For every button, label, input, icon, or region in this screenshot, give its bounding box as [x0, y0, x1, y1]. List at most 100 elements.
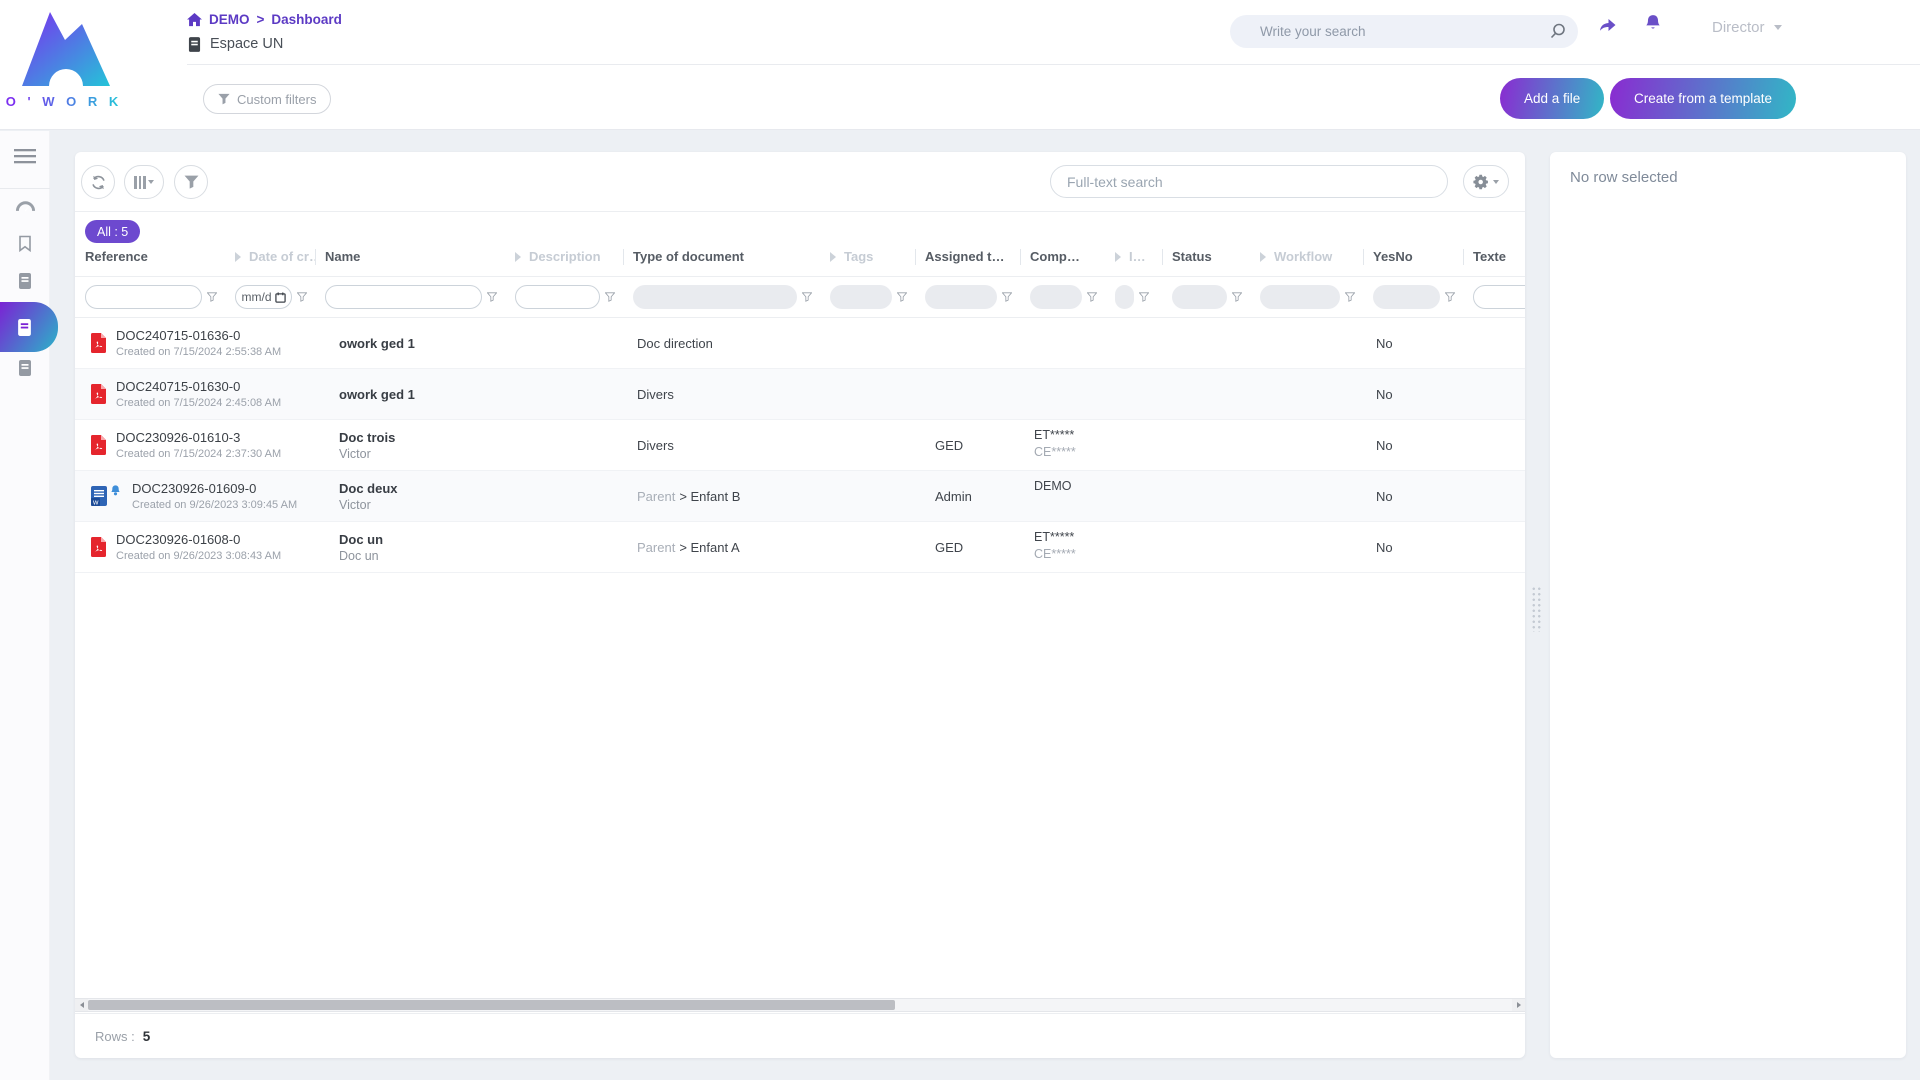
- sidebar-item-dashboard[interactable]: [0, 200, 50, 214]
- description-cell: [505, 318, 623, 368]
- column-header-type[interactable]: Type of document: [623, 237, 820, 276]
- filter-reference-input[interactable]: [85, 285, 202, 309]
- breadcrumb[interactable]: DEMO > Dashboard: [187, 12, 342, 27]
- filter-company-disabled: [1030, 285, 1082, 309]
- filter-description-input[interactable]: [515, 285, 600, 309]
- filter-button[interactable]: [174, 165, 208, 199]
- scroll-left-arrow[interactable]: [75, 999, 88, 1011]
- sidebar: [0, 131, 50, 1080]
- column-header-name[interactable]: Name: [315, 237, 505, 276]
- columns-button[interactable]: [124, 165, 164, 199]
- workflow-cell: [1250, 369, 1363, 419]
- menu-icon[interactable]: [0, 148, 50, 164]
- assigned-cell: GED: [915, 420, 1020, 470]
- scroll-right-arrow[interactable]: [1512, 999, 1525, 1011]
- table-row[interactable]: DOC240715-01630-0Created on 7/15/2024 2:…: [75, 369, 1525, 420]
- breadcrumb-current[interactable]: Dashboard: [271, 12, 342, 27]
- brand-wordmark: O ' W O R K: [4, 94, 124, 109]
- funnel-icon[interactable]: [1087, 292, 1097, 302]
- custom-filters-button[interactable]: Custom filters: [203, 84, 331, 114]
- table-row[interactable]: w DOC230926-01609-0Created on 9/26/2023 …: [75, 471, 1525, 522]
- funnel-icon[interactable]: [802, 292, 812, 302]
- funnel-icon[interactable]: [1002, 292, 1012, 302]
- filter-i-disabled: [1115, 285, 1134, 309]
- scrollbar-thumb[interactable]: [88, 1000, 895, 1010]
- horizontal-scrollbar[interactable]: [75, 998, 1525, 1012]
- reference-cell: DOC230926-01610-3Created on 7/15/2024 2:…: [75, 420, 315, 470]
- tags-cell: [820, 522, 915, 572]
- workflow-cell: [1250, 471, 1363, 521]
- filter-name-input[interactable]: [325, 285, 482, 309]
- table-filter-row: mm/d: [75, 277, 1525, 318]
- filter-status-disabled: [1172, 285, 1227, 309]
- columns-icon: [134, 176, 146, 189]
- column-header-assigned-to[interactable]: Assigned t…: [915, 237, 1020, 276]
- filter-date-input[interactable]: mm/d: [235, 285, 292, 309]
- column-header-status[interactable]: Status: [1162, 237, 1250, 276]
- user-role-menu[interactable]: Director: [1712, 19, 1782, 36]
- table-row[interactable]: DOC230926-01608-0Created on 9/26/2023 3:…: [75, 522, 1525, 573]
- add-file-button[interactable]: Add a file: [1500, 78, 1604, 119]
- column-header-date-of-creation[interactable]: Date of cr…: [225, 237, 315, 276]
- column-header-tags[interactable]: Tags: [820, 237, 915, 276]
- funnel-icon[interactable]: [1445, 292, 1455, 302]
- notifications-bell-icon[interactable]: [1642, 13, 1664, 42]
- search-icon[interactable]: [1549, 23, 1566, 45]
- funnel-icon[interactable]: [487, 292, 497, 302]
- rows-label: Rows :: [95, 1029, 135, 1044]
- owork-logo[interactable]: [16, 8, 116, 93]
- i-cell: [1105, 420, 1162, 470]
- type-cell: Parent> Enfant A: [623, 522, 820, 572]
- table-footer: Rows : 5: [75, 1013, 1525, 1058]
- alert-bell-icon: [109, 484, 122, 498]
- create-from-template-button[interactable]: Create from a template: [1610, 78, 1796, 119]
- column-header-description[interactable]: Description: [505, 237, 623, 276]
- funnel-icon[interactable]: [897, 292, 907, 302]
- funnel-icon[interactable]: [297, 292, 307, 302]
- home-icon[interactable]: [187, 13, 202, 27]
- refresh-button[interactable]: [81, 165, 115, 199]
- sidebar-item-documents[interactable]: [0, 273, 50, 289]
- global-search-input[interactable]: [1230, 15, 1578, 48]
- reference-cell: DOC230926-01608-0Created on 9/26/2023 3:…: [75, 522, 315, 572]
- i-cell: [1105, 522, 1162, 572]
- column-header-yesno[interactable]: YesNo: [1363, 237, 1463, 276]
- type-cell: Divers: [623, 369, 820, 419]
- column-header-reference[interactable]: Reference: [75, 237, 225, 276]
- chevron-down-icon: [1493, 180, 1499, 184]
- description-cell: [505, 471, 623, 521]
- funnel-icon[interactable]: [1139, 292, 1149, 302]
- assigned-cell: [915, 318, 1020, 368]
- funnel-icon[interactable]: [605, 292, 615, 302]
- share-icon[interactable]: [1596, 15, 1619, 42]
- workflow-cell: [1250, 522, 1363, 572]
- description-cell: [505, 522, 623, 572]
- texte-cell: [1463, 522, 1525, 572]
- texte-cell: [1463, 420, 1525, 470]
- funnel-icon[interactable]: [1345, 292, 1355, 302]
- type-cell: Doc direction: [623, 318, 820, 368]
- global-search: [1230, 15, 1578, 48]
- sidebar-item-archives[interactable]: [0, 360, 50, 376]
- fulltext-search-input[interactable]: [1050, 165, 1448, 198]
- workflow-cell: [1250, 420, 1363, 470]
- column-header-i[interactable]: I…: [1105, 237, 1162, 276]
- filter-assigned-disabled: [925, 285, 997, 309]
- column-header-workflow[interactable]: Workflow: [1250, 237, 1363, 276]
- table-row[interactable]: DOC240715-01636-0Created on 7/15/2024 2:…: [75, 318, 1525, 369]
- funnel-icon[interactable]: [1232, 292, 1242, 302]
- company-cell: DEMO: [1020, 471, 1105, 521]
- panel-resize-handle[interactable]: [1531, 586, 1542, 632]
- column-header-company[interactable]: Comp…: [1020, 237, 1105, 276]
- sidebar-item-bookmarks[interactable]: [0, 235, 50, 252]
- breadcrumb-root[interactable]: DEMO: [209, 12, 250, 27]
- sidebar-divider: [0, 188, 50, 189]
- sidebar-item-ged-active[interactable]: [0, 302, 58, 352]
- column-header-texte[interactable]: Texte: [1463, 237, 1525, 276]
- rows-count: 5: [143, 1029, 151, 1044]
- table-row[interactable]: DOC230926-01610-3Created on 7/15/2024 2:…: [75, 420, 1525, 471]
- table-settings-button[interactable]: [1463, 165, 1509, 198]
- funnel-icon[interactable]: [207, 292, 217, 302]
- sort-arrow-icon: [830, 252, 836, 262]
- filter-texte-input[interactable]: [1473, 285, 1525, 309]
